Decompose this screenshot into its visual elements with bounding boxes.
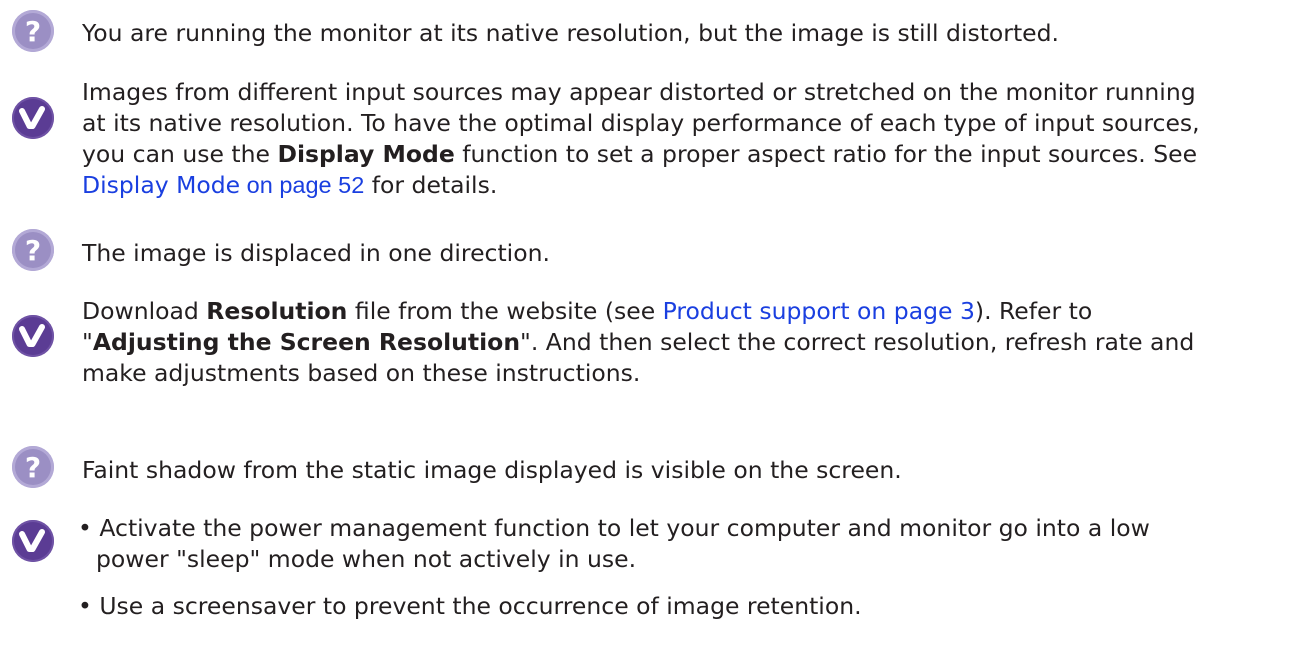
svg-text:?: ? bbox=[25, 234, 41, 267]
question-mark-icon: ? bbox=[12, 229, 54, 271]
checkmark-icon bbox=[12, 315, 54, 357]
bold-term: Adjusting the Screen Resolution bbox=[92, 328, 521, 356]
bold-term: Display Mode bbox=[277, 140, 455, 168]
answer-line: "Adjusting the Screen Resolution". And t… bbox=[82, 328, 1195, 356]
svg-text:?: ? bbox=[25, 15, 41, 48]
display-mode-link[interactable]: Display Mode on page 52 bbox=[82, 171, 364, 199]
checkmark-icon bbox=[12, 97, 54, 139]
bullet-item: • Activate the power management function… bbox=[78, 514, 1150, 542]
svg-text:?: ? bbox=[25, 451, 41, 484]
answer-line: Images from different input sources may … bbox=[82, 78, 1196, 106]
answer-2: Download Resolution file from the websit… bbox=[82, 296, 1194, 389]
answer-3: • Activate the power management function… bbox=[78, 513, 1150, 622]
answer-line: you can use the Display Mode function to… bbox=[82, 140, 1198, 168]
question-text: Faint shadow from the static image displ… bbox=[82, 456, 902, 484]
answer-1: Images from different input sources may … bbox=[82, 77, 1200, 201]
question-2: The image is displaced in one direction. bbox=[82, 238, 550, 269]
bullet-item: • Use a screensaver to prevent the occur… bbox=[78, 592, 862, 620]
question-text: You are running the monitor at its nativ… bbox=[82, 19, 1060, 47]
answer-line: at its native resolution. To have the op… bbox=[82, 109, 1200, 137]
question-3: Faint shadow from the static image displ… bbox=[82, 455, 902, 486]
question-mark-icon: ? bbox=[12, 446, 54, 488]
product-support-link[interactable]: Product support on page 3 bbox=[663, 297, 975, 325]
answer-line: Download Resolution file from the websit… bbox=[82, 297, 1093, 325]
bullet-item-continuation: power "sleep" mode when not actively in … bbox=[96, 545, 637, 573]
bullet-marker: • bbox=[78, 592, 92, 620]
question-mark-icon: ? bbox=[12, 10, 54, 52]
bullet-marker: • bbox=[78, 514, 92, 542]
question-1: You are running the monitor at its nativ… bbox=[82, 18, 1059, 49]
question-text: The image is displaced in one direction. bbox=[82, 239, 550, 267]
checkmark-icon bbox=[12, 520, 54, 562]
bold-term: Resolution bbox=[206, 297, 348, 325]
answer-line: Display Mode on page 52 for details. bbox=[82, 171, 498, 199]
answer-line: make adjustments based on these instruct… bbox=[82, 359, 641, 387]
